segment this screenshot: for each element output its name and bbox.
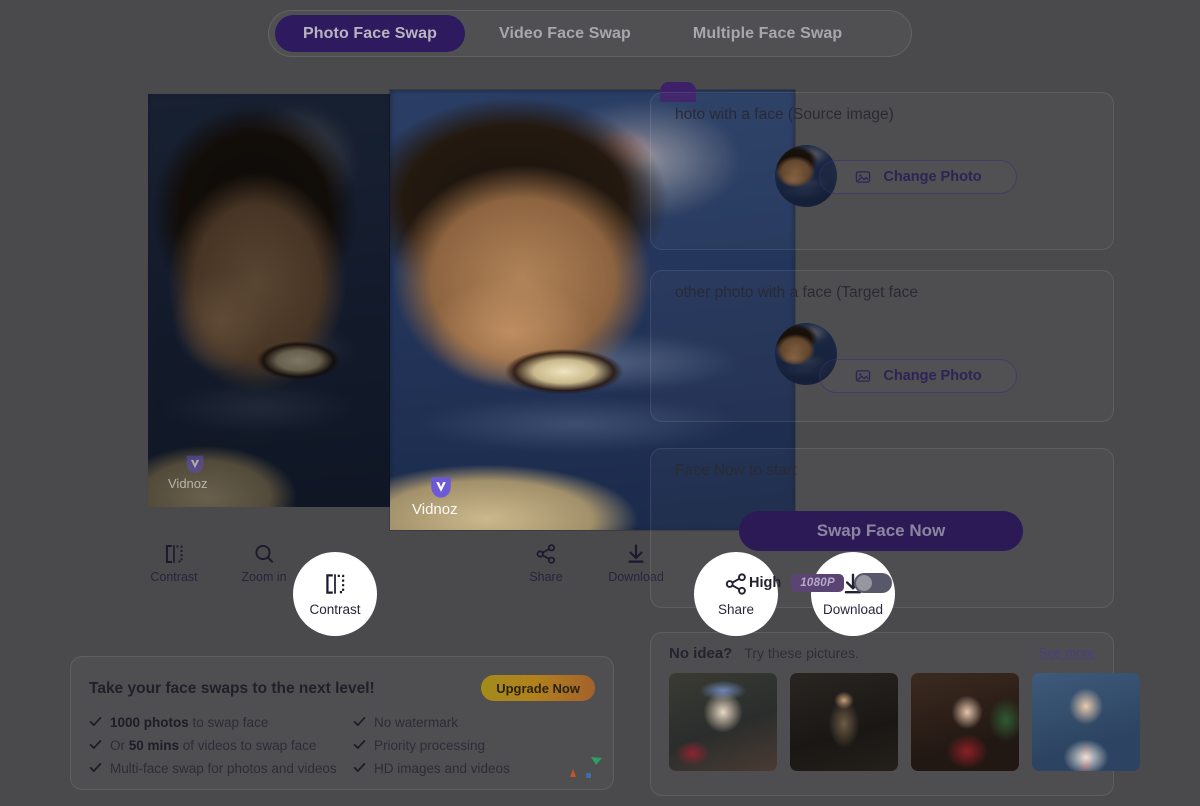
quality-settings-row: High 1080P: [749, 571, 1089, 595]
check-icon: [353, 717, 366, 726]
promo-benefit-item: No watermark: [353, 713, 583, 732]
vidnoz-logo-icon: [431, 477, 451, 498]
watermark-label: Vidnoz: [168, 476, 208, 491]
watermark-label: Vidnoz: [412, 501, 458, 518]
upgrade-button-label: Upgrade Now: [496, 680, 580, 696]
zoom-in-icon: [255, 544, 274, 563]
contrast-icon: [326, 574, 345, 594]
promo-benefits-column-left: 1000 photos to swap face Or 50 mins of v…: [89, 713, 351, 782]
promo-benefit-strong: 1000 photos: [110, 715, 189, 730]
hd-quality-toggle[interactable]: [853, 573, 892, 593]
idea-thumb-warrior-woman[interactable]: [790, 673, 898, 771]
promo-benefit-text: of videos to swap face: [179, 738, 317, 754]
preview-image-before[interactable]: Vidnoz: [148, 94, 391, 507]
ideas-subtitle: Try these pictures.: [744, 645, 859, 661]
vidnoz-logo-icon: [186, 455, 204, 473]
idea-thumb-fantasy-queen[interactable]: [669, 673, 777, 771]
quality-label: High: [749, 575, 782, 591]
promo-benefit-text: Priority processing: [374, 738, 486, 754]
source-image-card: hoto with a face (Source image) Change P…: [650, 92, 1114, 250]
mode-tab-bar: Photo Face Swap Video Face Swap Multiple…: [268, 10, 912, 57]
check-icon: [89, 717, 102, 726]
idea-thumb-school-uniform[interactable]: [1032, 673, 1140, 771]
target-card-title: other photo with a face (Target face: [675, 284, 918, 301]
promo-benefit-item: HD images and videos: [353, 759, 583, 778]
see-more-link[interactable]: See more: [1039, 645, 1095, 660]
ideas-header: No idea? Try these pictures. See more: [669, 645, 1095, 662]
upgrade-now-button[interactable]: Upgrade Now: [481, 675, 595, 701]
check-icon: [353, 740, 366, 750]
upgrade-promo-card: Take your face swaps to the next level! …: [70, 656, 614, 790]
decorative-shapes-icon: [570, 757, 602, 778]
tab-label: Video Face Swap: [498, 24, 631, 42]
highlight-bubble-contrast[interactable]: Contrast: [293, 552, 377, 636]
contrast-icon: [165, 544, 183, 564]
ideas-title: No idea?: [669, 645, 733, 662]
promo-title: Take your face swaps to the next level!: [89, 680, 375, 697]
toolbar-label: Share: [529, 570, 563, 584]
promo-benefit-text: to swap face: [188, 715, 269, 730]
bubble-label: Contrast: [309, 602, 361, 617]
toolbar-label: Contrast: [150, 570, 198, 584]
promo-benefit-item: 1000 photos to swap face: [89, 713, 351, 732]
source-card-title: hoto with a face (Source image): [675, 106, 894, 123]
promo-benefit-item: Multi-face swap for photos and videos: [89, 759, 351, 778]
change-photo-button-target[interactable]: Change Photo: [819, 359, 1017, 393]
suggested-pictures-card: No idea? Try these pictures. See more: [650, 632, 1140, 796]
toolbar-label: Zoom in: [241, 570, 287, 584]
portrait-render-before: [148, 94, 391, 507]
promo-benefits-column-right: No watermark Priority processing HD imag…: [353, 713, 583, 782]
check-icon: [353, 763, 366, 773]
image-icon: [856, 370, 871, 382]
promo-benefit-item: Priority processing: [353, 736, 583, 755]
idea-thumbnail-strip: [669, 673, 1140, 771]
resolution-badge: 1080P: [791, 574, 844, 592]
tab-photo-face-swap[interactable]: Photo Face Swap: [275, 15, 465, 52]
promo-benefit-strong: 50 mins: [128, 738, 180, 754]
promo-benefit-text: Multi-face swap for photos and videos: [110, 761, 337, 777]
check-icon: [89, 740, 102, 750]
idea-thumb-christmas-girl[interactable]: [911, 673, 1019, 771]
swap-button-label: Swap Face Now: [816, 521, 946, 540]
tab-label: Multiple Face Swap: [692, 24, 843, 42]
swap-hint-text: Face Now to start: [675, 462, 797, 479]
tab-multiple-face-swap[interactable]: Multiple Face Swap: [665, 15, 870, 52]
tab-video-face-swap[interactable]: Video Face Swap: [471, 15, 659, 52]
image-icon: [856, 171, 871, 183]
watermark-after: Vidnoz: [412, 474, 458, 518]
promo-benefit-item: Or 50 mins of videos to swap face: [89, 736, 351, 755]
promo-benefit-text: HD images and videos: [374, 761, 510, 777]
check-icon: [89, 763, 102, 773]
swap-action-card: Face Now to start Swap Face Now High 108…: [650, 448, 1114, 608]
toolbar-button-zoom-in[interactable]: Zoom in: [233, 534, 295, 592]
change-photo-button-source[interactable]: Change Photo: [819, 160, 1017, 194]
change-photo-label: Change Photo: [883, 169, 982, 185]
promo-benefit-text: No watermark: [374, 715, 459, 730]
target-image-card: other photo with a face (Target face Cha…: [650, 270, 1114, 422]
change-photo-label: Change Photo: [883, 368, 982, 384]
watermark-before: Vidnoz: [168, 453, 208, 491]
tab-label: Photo Face Swap: [303, 24, 437, 42]
swap-face-now-button[interactable]: Swap Face Now: [739, 511, 1023, 551]
toolbar-button-contrast[interactable]: Contrast: [143, 534, 205, 592]
download-icon: [628, 544, 644, 563]
promo-benefit-prefix: Or: [110, 738, 129, 754]
toolbar-button-share[interactable]: Share: [515, 534, 577, 592]
share-icon: [536, 544, 556, 564]
